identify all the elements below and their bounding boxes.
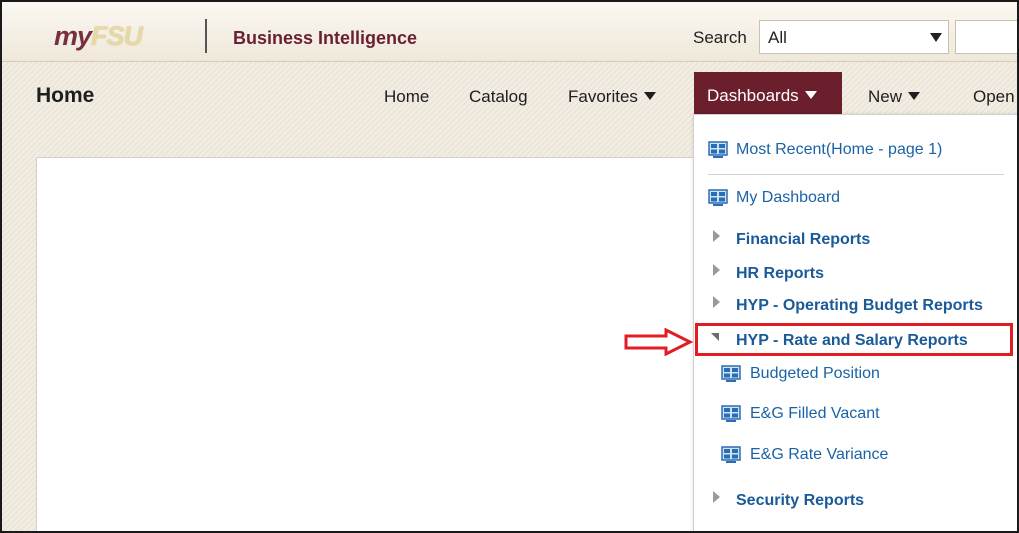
search-input[interactable]: [955, 20, 1017, 54]
dashboard-icon: [721, 365, 741, 382]
logo-my: my: [54, 21, 92, 51]
menu-separator: [708, 174, 1004, 175]
caret-down-icon: [908, 92, 921, 100]
dashboard-icon: [708, 141, 728, 158]
nav-dashboards-label: Dashboards: [707, 86, 799, 105]
nav-new[interactable]: New: [868, 87, 921, 107]
search-scope-value: All: [768, 28, 787, 47]
nav-open[interactable]: Open: [973, 87, 1015, 107]
caret-down-icon: [643, 92, 656, 100]
page-title: Home: [36, 84, 95, 107]
dashboard-icon: [721, 405, 741, 422]
myfsu-logo[interactable]: myFSU: [54, 21, 143, 51]
app-window: myFSU Business Intelligence Search All H…: [0, 0, 1019, 533]
dashboard-icon: [708, 189, 728, 206]
caret-down-icon: [804, 91, 817, 99]
search-scope-select[interactable]: All: [759, 20, 949, 54]
nav-home[interactable]: Home: [384, 87, 429, 107]
menu-group-label: Financial Reports: [736, 231, 871, 248]
menu-group-label: HR Reports: [736, 265, 825, 282]
menu-item-label: My Dashboard: [736, 189, 841, 206]
expand-triangle-icon: [713, 230, 720, 242]
annotation-arrow-icon: [624, 328, 694, 356]
menu-item-label: E&G Filled Vacant: [750, 405, 880, 422]
nav-catalog[interactable]: Catalog: [469, 87, 528, 107]
nav-dashboards[interactable]: Dashboards: [694, 72, 842, 114]
expand-triangle-icon: [713, 264, 720, 276]
nav-home-label: Home: [384, 87, 430, 106]
menu-item-label: Budgeted Position: [750, 365, 880, 382]
expand-triangle-icon: [713, 491, 720, 503]
nav-catalog-label: Catalog: [469, 87, 528, 106]
annotation-highlight-box: [695, 323, 1013, 356]
menu-group-label: Security Reports: [736, 492, 865, 509]
logo-fsu: FSU: [91, 21, 143, 51]
nav-favorites-label: Favorites: [568, 87, 638, 106]
nav-favorites[interactable]: Favorites: [568, 87, 656, 107]
menu-group-label: HYP - Operating Budget Reports: [736, 297, 983, 314]
search-label: Search: [693, 28, 747, 47]
menu-item-label: E&G Rate Variance: [750, 446, 889, 463]
chevron-down-icon: [930, 33, 942, 42]
app-title: Business Intelligence: [233, 28, 418, 48]
logo-divider: [205, 19, 207, 53]
nav-open-label: Open: [973, 87, 1015, 106]
menu-item-label: Most Recent(Home - page 1): [736, 141, 943, 158]
dashboard-icon: [721, 446, 741, 463]
nav-new-label: New: [868, 87, 903, 106]
top-bar: myFSU Business Intelligence Search All: [2, 2, 1017, 62]
expand-triangle-icon: [713, 296, 720, 308]
